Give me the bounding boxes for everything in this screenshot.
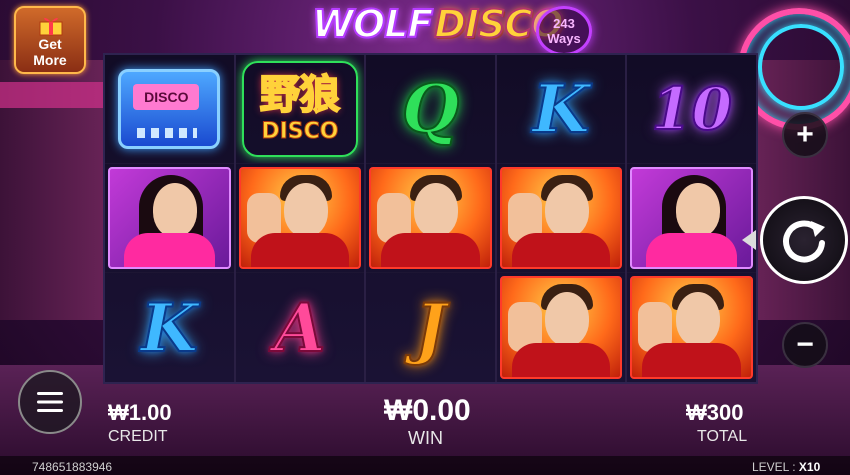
level-label: LEVEL : (752, 460, 799, 474)
get-more-label-line2: More (33, 52, 67, 68)
reel-5: 10 (627, 55, 756, 382)
minus-icon: − (796, 328, 814, 361)
reel-cell (366, 164, 495, 273)
reel-cell (235, 164, 365, 273)
plus-icon: + (796, 118, 814, 151)
letter-symbol-a: A (273, 288, 326, 367)
pager-screen-text: DISCO (133, 84, 200, 110)
spin-pointer-icon (742, 230, 756, 250)
man-jacket (381, 233, 480, 267)
ways-number: 243 (553, 16, 575, 31)
ways-label: Ways (547, 31, 581, 46)
reel-cell (497, 273, 626, 382)
gift-icon (39, 17, 63, 36)
reel-grid: DISCO K 野狼 DISCO A Q J K 10 (103, 53, 758, 384)
man-symbol (369, 167, 492, 269)
lady-symbol (630, 167, 753, 269)
wild-frame (241, 61, 359, 157)
letter-symbol-q: Q (401, 70, 460, 148)
reel-cell: DISCO (105, 55, 234, 164)
man-face (283, 183, 328, 237)
man-jacket (642, 343, 741, 377)
reel-cell: 野狼 DISCO (235, 55, 365, 164)
win-label: WIN (408, 428, 443, 448)
round-id: 748651883946 (32, 460, 113, 474)
man-face (545, 292, 590, 346)
total-bet-value: ₩300 (686, 400, 744, 425)
menu-button[interactable] (18, 370, 82, 434)
man-symbol (499, 276, 623, 379)
lady-face (153, 183, 198, 237)
reel-cell: Q (366, 55, 495, 164)
pager-symbol: DISCO (118, 69, 221, 149)
game-logo: WOLF DISCO (311, 0, 565, 48)
lady-dress (646, 233, 737, 267)
footer-bar (0, 456, 850, 475)
reel-cell: K (496, 55, 626, 164)
reel-3: QJ (366, 55, 497, 382)
reel-cell (627, 164, 756, 273)
reel-cell: K (105, 273, 234, 382)
ways-badge: 243 Ways (536, 6, 592, 56)
spin-button[interactable] (760, 196, 848, 284)
get-more-label-line1: Get (38, 36, 62, 52)
reel-2: 野狼 DISCO A (235, 55, 367, 382)
reel-cell: 10 (627, 55, 756, 164)
reel-cell: J (366, 273, 495, 382)
logo-wolf-text: WOLF (311, 1, 434, 47)
reel-4: K (496, 55, 628, 382)
win-value: ₩0.00 (384, 394, 471, 427)
get-more-button[interactable]: Get More (14, 6, 86, 74)
bet-decrease-button[interactable]: − (782, 322, 828, 368)
reel-cell (627, 273, 756, 382)
man-face (545, 183, 590, 237)
total-bet-label: TOTAL (697, 428, 748, 445)
man-symbol (238, 167, 362, 269)
man-face (414, 183, 459, 237)
lady-face (675, 183, 720, 237)
credit-label: CREDIT (108, 428, 168, 445)
lady-symbol (108, 167, 231, 269)
reel-1: DISCO K (105, 55, 236, 382)
refresh-icon (783, 220, 825, 263)
letter-symbol-k: K (531, 70, 590, 148)
man-symbol (630, 276, 753, 379)
reel-cell: A (236, 273, 365, 382)
reel-cell (496, 164, 626, 273)
hamburger-icon (37, 392, 63, 412)
man-jacket (511, 343, 611, 377)
credit-value: ₩1.00 (108, 400, 172, 425)
bet-increase-button[interactable]: + (782, 112, 828, 158)
pager-buttons (137, 128, 198, 138)
letter-symbol-10: 10 (650, 75, 733, 143)
man-face (675, 292, 720, 346)
lady-dress (124, 233, 215, 267)
level-value: X10 (798, 460, 821, 474)
man-jacket (250, 233, 350, 267)
letter-symbol-j: J (414, 288, 447, 367)
level-indicator: LEVEL : X10 (752, 460, 820, 474)
man-jacket (511, 233, 611, 267)
letter-symbol-k: K (140, 288, 199, 367)
reel-cell (105, 164, 234, 273)
neon-arc-inner-decoration (758, 24, 844, 110)
background-neon-bar (0, 82, 110, 108)
man-symbol (499, 167, 623, 269)
